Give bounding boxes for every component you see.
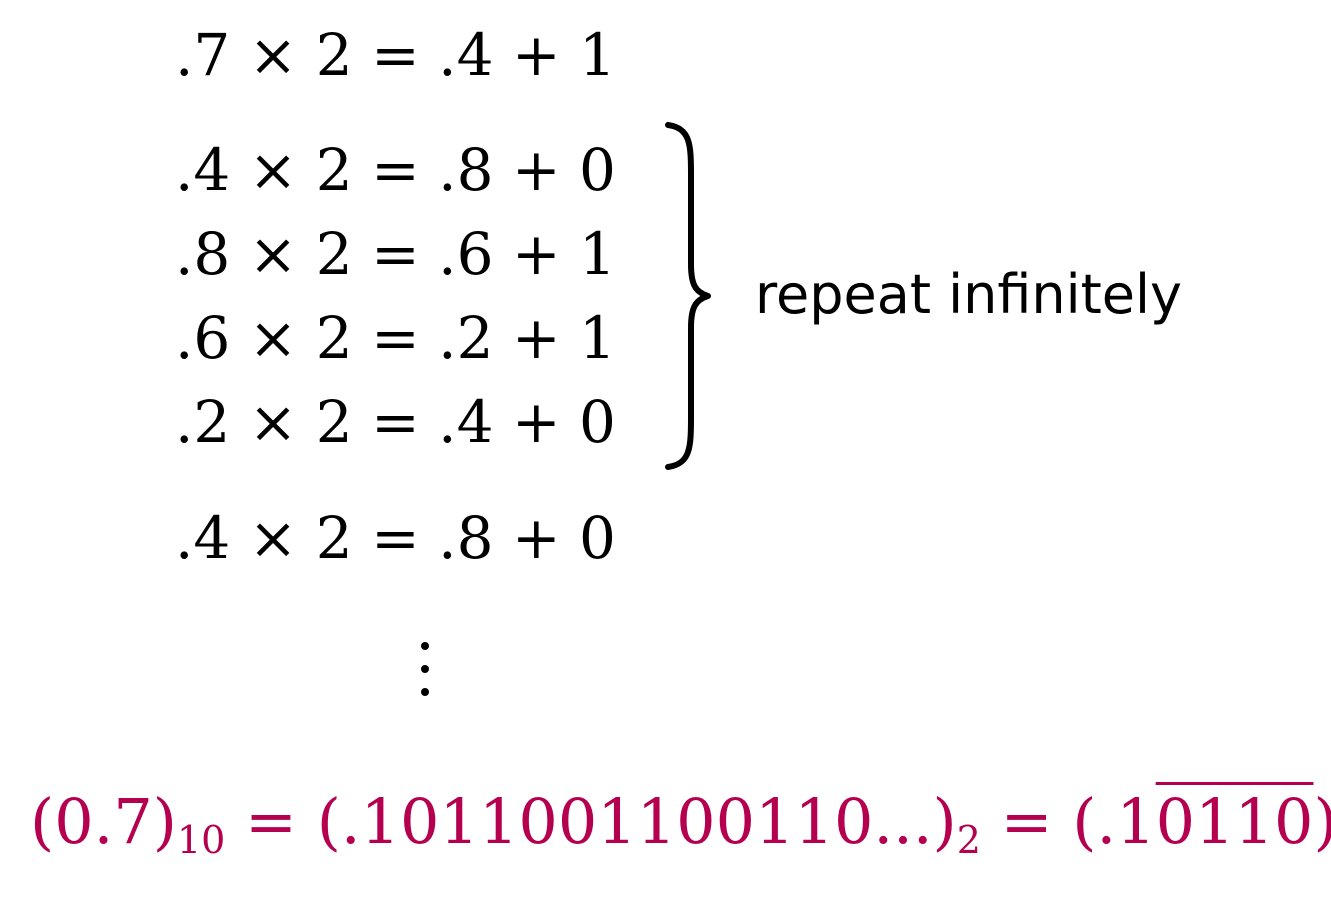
equals-sign-1: =	[225, 785, 317, 858]
repeating-notation-prefix: (.1	[1072, 785, 1156, 858]
repeating-notation-close: )	[1313, 785, 1331, 858]
step-5-text: .2 × 2 = .4 + 0	[175, 388, 616, 456]
decimal-value: (0.7)	[30, 785, 177, 858]
step-3-text: .8 × 2 = .6 + 1	[175, 220, 616, 288]
equals-sign-2: =	[980, 785, 1073, 858]
binary-expansion: (.1011001100110...)	[316, 785, 957, 858]
step-2-text: .4 × 2 = .8 + 0	[175, 136, 616, 204]
binary-base-1: 2	[956, 818, 981, 862]
step-line-1: .7 × 2 = .4 + 1	[175, 20, 635, 90]
step-1-text: .7 × 2 = .4 + 1	[175, 21, 616, 89]
right-curly-brace-icon	[665, 122, 711, 470]
vertical-ellipsis-icon	[421, 642, 429, 696]
step-line-3: .8 × 2 = .6 + 1	[175, 219, 635, 289]
step-line-6: .4 × 2 = .8 + 0	[175, 503, 635, 573]
repeat-infinitely-label: repeat infinitely	[755, 263, 1182, 326]
decimal-base: 10	[176, 818, 226, 862]
repeating-digits: 0110	[1155, 785, 1314, 858]
step-4-text: .6 × 2 = .2 + 1	[175, 304, 616, 372]
step-line-2: .4 × 2 = .8 + 0	[175, 135, 635, 205]
step-6-text: .4 × 2 = .8 + 0	[175, 504, 616, 572]
step-line-5: .2 × 2 = .4 + 0	[175, 387, 635, 457]
binary-result-equation: (0.7)10 = (.1011001100110...)2 = (.10110…	[30, 772, 1331, 872]
step-line-4: .6 × 2 = .2 + 1	[175, 303, 635, 373]
